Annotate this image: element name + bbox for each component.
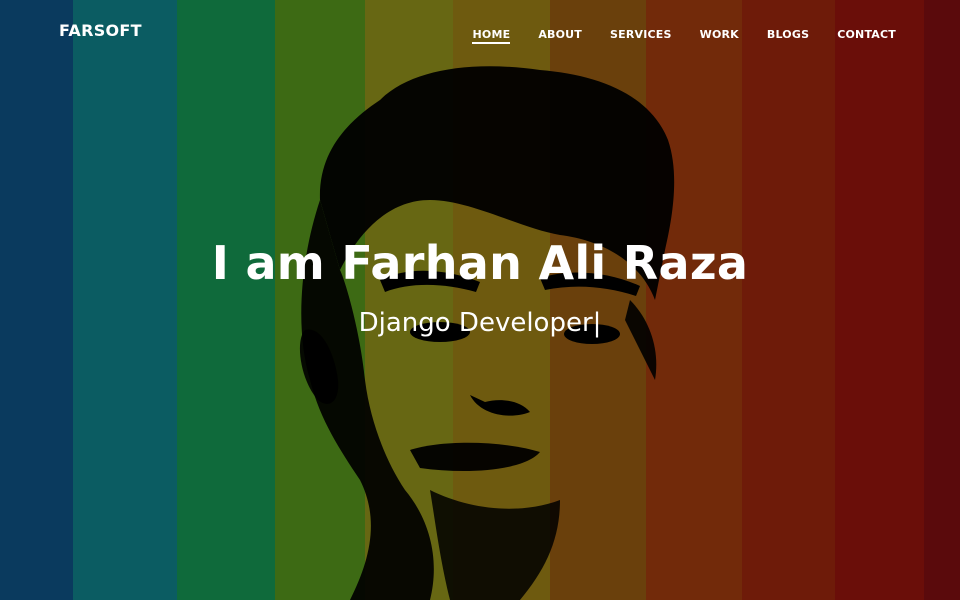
nav-link-services[interactable]: SERVICES	[610, 28, 672, 41]
top-navbar: FARSOFT HOME ABOUT SERVICES WORK BLOGS C…	[0, 0, 960, 60]
hero-section: I am Farhan Ali Raza Django Developer|	[0, 236, 960, 338]
nav-link-about[interactable]: ABOUT	[538, 28, 582, 41]
brand-logo[interactable]: FARSOFT	[59, 21, 142, 40]
hero-title: I am Farhan Ali Raza	[211, 236, 749, 290]
nav-link-blogs[interactable]: BLOGS	[767, 28, 809, 41]
nav-link-home[interactable]: HOME	[472, 28, 510, 41]
nav-item-contact[interactable]: CONTACT	[837, 23, 896, 42]
nav-link-contact[interactable]: CONTACT	[837, 28, 896, 41]
nav-link-work[interactable]: WORK	[700, 28, 739, 41]
nav-item-services[interactable]: SERVICES	[610, 23, 672, 42]
hero-typed-subtitle: Django Developer|	[358, 308, 602, 338]
active-underline	[472, 42, 511, 44]
nav-item-about[interactable]: ABOUT	[538, 23, 582, 42]
nav-item-blogs[interactable]: BLOGS	[767, 23, 809, 42]
nav-item-work[interactable]: WORK	[700, 23, 739, 42]
nav-menu: HOME ABOUT SERVICES WORK BLOGS CONTACT	[444, 23, 896, 44]
nav-item-home[interactable]: HOME	[472, 23, 511, 44]
